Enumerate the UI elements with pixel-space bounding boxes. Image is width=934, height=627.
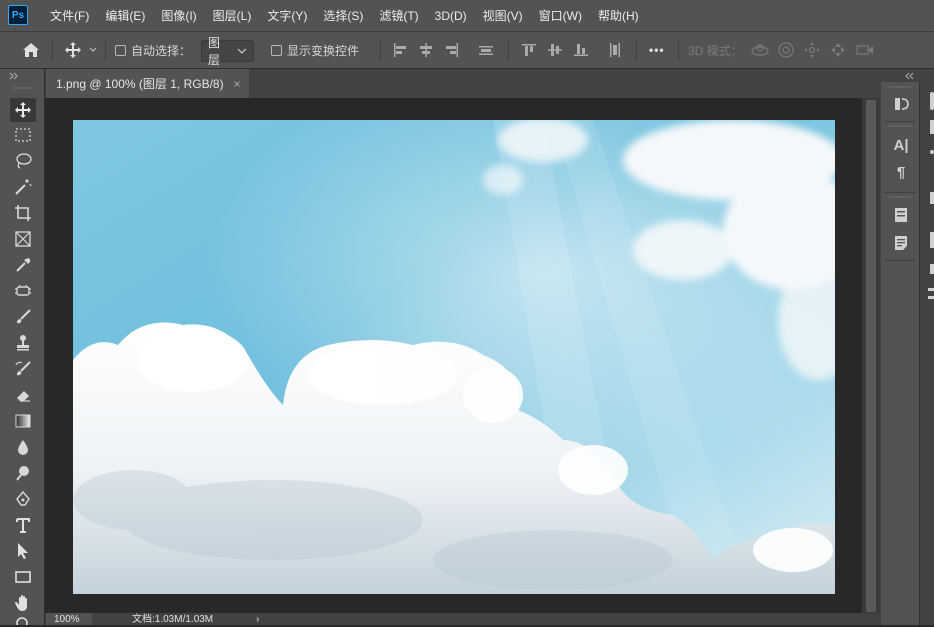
patch-tool-icon[interactable] <box>10 279 36 303</box>
panel-grip[interactable] <box>889 196 911 198</box>
document-tab-title: 1.png @ 100% (图层 1, RGB/8) <box>56 77 224 91</box>
options-bar: 自动选择： 图层 显示变换控件 ••• 3D 模式： <box>0 31 934 69</box>
close-tab-icon[interactable]: × <box>234 77 241 91</box>
menu-view[interactable]: 视图(V) <box>475 7 531 24</box>
eyedropper-icon[interactable] <box>10 253 36 277</box>
blur-drop-icon[interactable] <box>10 435 36 459</box>
app-logo-text: Ps <box>11 9 25 21</box>
3d-slide-icon[interactable] <box>829 32 847 68</box>
dodge-icon[interactable] <box>10 461 36 485</box>
align-top-icon[interactable] <box>521 32 537 68</box>
main-menu: 文件(F) 编辑(E) 图像(I) 图层(L) 文字(Y) 选择(S) 滤镜(T… <box>42 0 647 31</box>
paragraph-panel-icon[interactable]: ¶ <box>892 163 910 181</box>
rectangular-marquee-icon[interactable] <box>10 123 36 147</box>
status-menu-arrow-icon[interactable]: › <box>256 614 259 625</box>
checkbox-box[interactable] <box>115 44 126 56</box>
history-panel-icon[interactable] <box>892 95 910 113</box>
lasso-icon[interactable] <box>10 149 36 173</box>
panel-grip[interactable] <box>889 125 911 127</box>
3d-roll-icon[interactable] <box>777 32 795 68</box>
properties-panel-icon[interactable] <box>892 206 910 224</box>
auto-select-label: 自动选择： <box>131 43 192 58</box>
document-tab[interactable]: 1.png @ 100% (图层 1, RGB/8) × <box>46 69 249 98</box>
3d-pan-icon[interactable] <box>803 32 821 68</box>
sky-clouds-image <box>73 120 835 594</box>
3d-mode-label: 3D 模式： <box>688 43 743 58</box>
auto-select-target-value: 图层 <box>208 36 221 67</box>
align-right-icon[interactable] <box>444 32 460 68</box>
vertical-scrollbar-thumb[interactable] <box>866 100 876 612</box>
align-bottom-icon[interactable] <box>573 32 589 68</box>
brush-icon[interactable] <box>10 305 36 329</box>
menu-type[interactable]: 文字(Y) <box>259 7 315 24</box>
panel-grip[interactable] <box>12 87 34 89</box>
show-transform-controls-checkbox[interactable]: 显示变换控件 <box>271 32 359 68</box>
3d-camera-icon[interactable] <box>855 32 875 68</box>
panel-grip[interactable] <box>889 86 911 88</box>
auto-select-target-dropdown[interactable]: 图层 <box>201 36 254 67</box>
notes-panel-icon[interactable] <box>892 234 910 252</box>
path-selection-icon[interactable] <box>10 539 36 563</box>
menu-layer[interactable]: 图层(L) <box>205 7 260 24</box>
crop-icon[interactable] <box>10 201 36 225</box>
menu-window[interactable]: 窗口(W) <box>531 7 590 24</box>
menu-help[interactable]: 帮助(H) <box>590 7 647 24</box>
zoom-level-field[interactable]: 100% <box>46 613 92 625</box>
auto-select-checkbox[interactable]: 自动选择： <box>115 32 191 68</box>
collapse-arrows-icon[interactable] <box>8 72 20 80</box>
collapse-panels-icon[interactable] <box>904 72 916 80</box>
gradient-icon[interactable] <box>10 409 36 433</box>
pen-icon[interactable] <box>10 487 36 511</box>
show-transform-label: 显示变换控件 <box>287 43 360 58</box>
menu-select[interactable]: 选择(S) <box>315 7 371 24</box>
menu-filter[interactable]: 滤镜(T) <box>371 7 426 24</box>
zoom-tool-icon[interactable] <box>10 615 36 625</box>
menu-edit[interactable]: 编辑(E) <box>97 7 153 24</box>
menu-3d[interactable]: 3D(D) <box>427 9 475 23</box>
distribute-vertical-icon[interactable] <box>478 32 494 68</box>
rectangle-tool-icon[interactable] <box>10 565 36 589</box>
menu-file[interactable]: 文件(F) <box>42 7 97 24</box>
move-tool-icon[interactable] <box>10 98 36 122</box>
3d-orbit-icon[interactable] <box>750 32 770 68</box>
history-brush-icon[interactable] <box>10 357 36 381</box>
eraser-icon[interactable] <box>10 383 36 407</box>
move-tool-preset-icon[interactable] <box>64 32 98 68</box>
align-left-icon[interactable] <box>392 32 408 68</box>
distribute-horizontal-icon[interactable] <box>607 32 623 68</box>
photoshop-logo-icon[interactable]: Ps <box>8 5 28 25</box>
chevron-down-icon <box>237 48 247 54</box>
clone-stamp-icon[interactable] <box>10 331 36 355</box>
menu-bar: Ps 文件(F) 编辑(E) 图像(I) 图层(L) 文字(Y) 选择(S) 滤… <box>0 0 934 31</box>
clipped-panel-edge <box>928 92 934 322</box>
frame-icon[interactable] <box>10 227 36 251</box>
hand-tool-icon[interactable] <box>10 591 36 615</box>
align-horizontal-center-icon[interactable] <box>418 32 434 68</box>
home-icon[interactable] <box>22 32 40 68</box>
canvas-image[interactable] <box>73 120 835 594</box>
type-tool-icon[interactable] <box>10 513 36 537</box>
more-options-button[interactable]: ••• <box>649 32 665 68</box>
document-size-text: 文档:1.03M/1.03M <box>132 614 214 625</box>
magic-wand-icon[interactable] <box>10 175 36 199</box>
character-panel-icon[interactable]: A| <box>892 136 910 154</box>
checkbox-box[interactable] <box>271 44 282 56</box>
menu-image[interactable]: 图像(I) <box>153 7 204 24</box>
align-vertical-center-icon[interactable] <box>547 32 563 68</box>
